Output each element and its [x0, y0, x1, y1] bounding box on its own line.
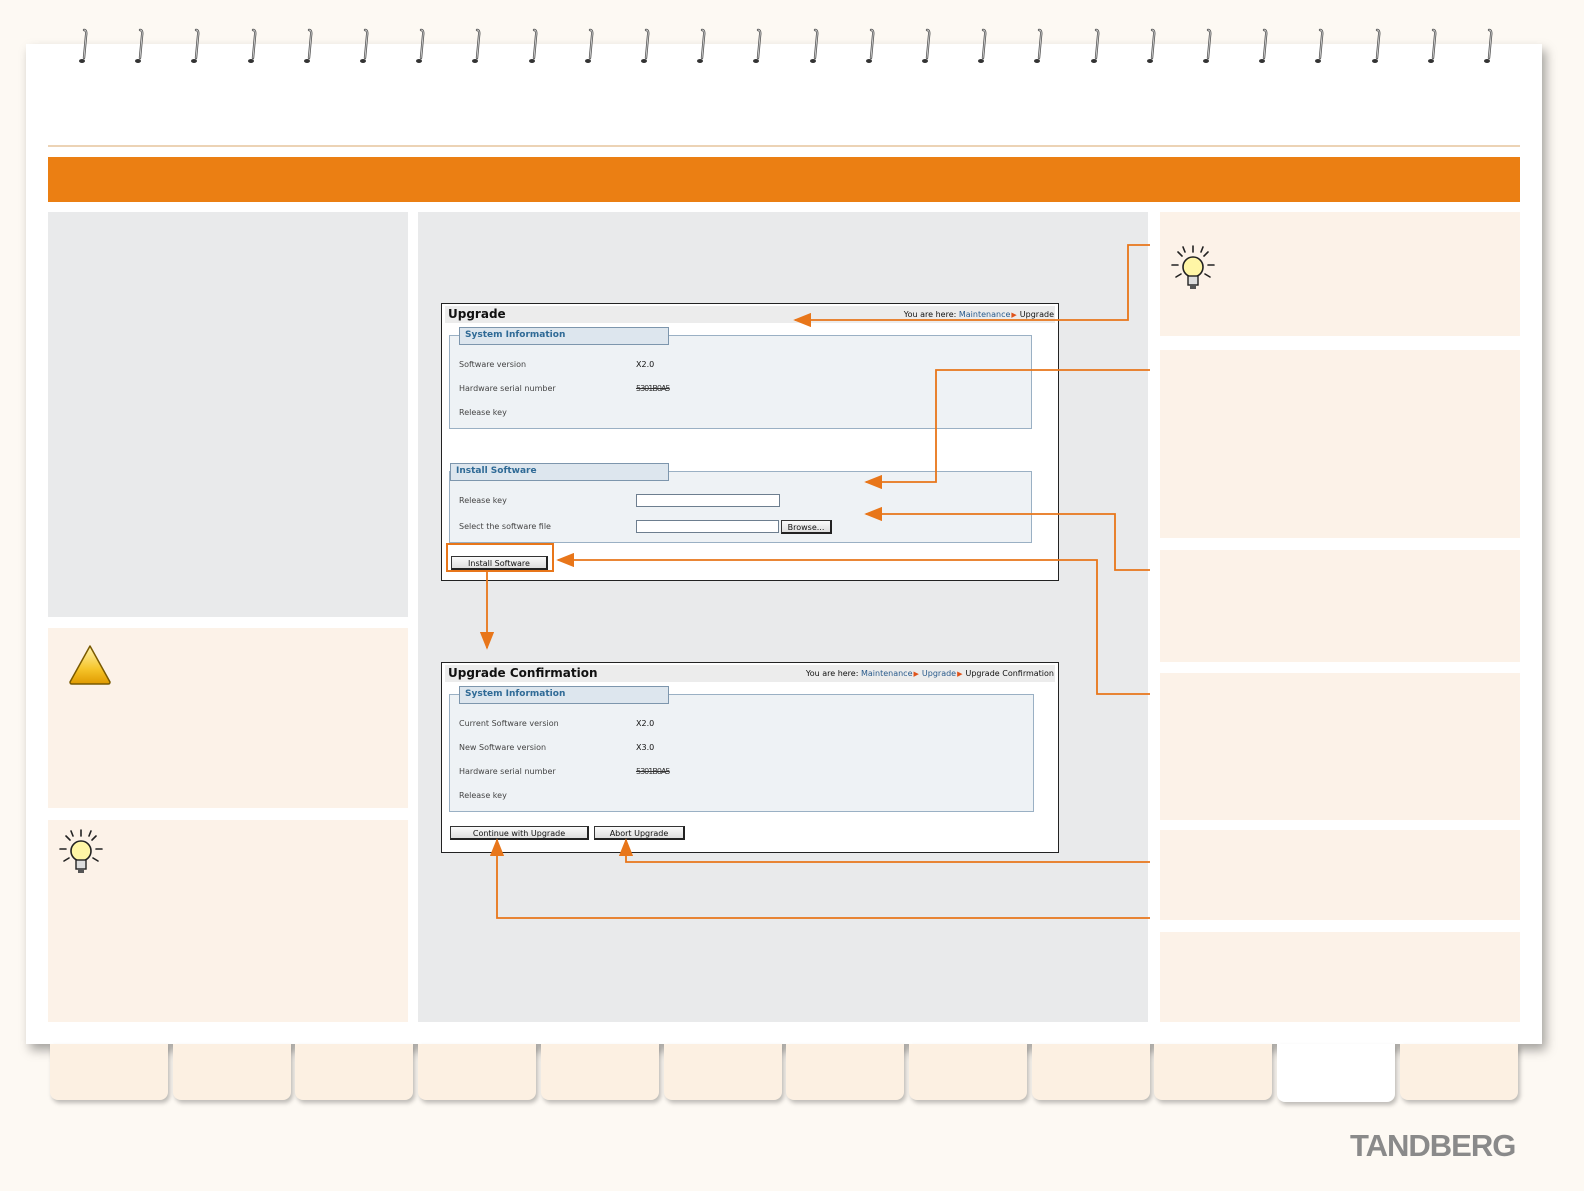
callout-line — [793, 244, 1150, 328]
callout-line — [489, 838, 1150, 919]
section-tab[interactable] — [1277, 1044, 1395, 1102]
callout-line — [864, 506, 1150, 571]
section-tab[interactable] — [295, 1044, 414, 1100]
section-tab[interactable] — [1031, 1044, 1150, 1100]
callout-line — [618, 838, 1150, 863]
section-tab[interactable] — [172, 1044, 291, 1100]
tandberg-logo: TANDBERG — [1350, 1128, 1516, 1163]
section-tab[interactable] — [1399, 1044, 1518, 1100]
section-tab[interactable] — [663, 1044, 782, 1100]
section-tab[interactable] — [540, 1044, 659, 1100]
callout-line — [556, 552, 1150, 695]
section-tab[interactable] — [1154, 1044, 1273, 1100]
section-tab[interactable] — [50, 1044, 168, 1100]
section-tab[interactable] — [786, 1044, 905, 1100]
install-button-highlight — [446, 543, 554, 572]
callout-lines — [446, 244, 1150, 919]
callout-line — [864, 369, 1150, 490]
section-tab[interactable] — [418, 1044, 537, 1100]
section-tab[interactable] — [908, 1044, 1027, 1100]
